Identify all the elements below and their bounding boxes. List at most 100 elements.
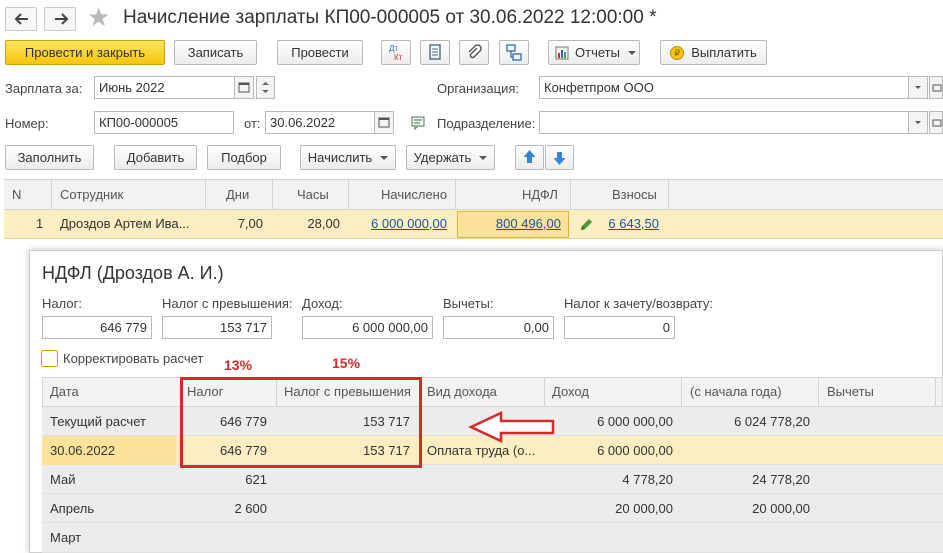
col-deductions[interactable]: Вычеты [827, 384, 874, 399]
salary-for-label: Зарплата за: [5, 81, 83, 96]
col-ytd[interactable]: (с начала года) [690, 384, 782, 399]
row-income-type: Оплата труда (о... [427, 443, 536, 458]
col-accrued[interactable]: Начислено [381, 187, 447, 202]
chevron-down-icon [380, 155, 389, 160]
department-open-button[interactable] [929, 111, 943, 134]
row-number: 1 [36, 216, 44, 231]
row-ytd: 20 000,00 [752, 501, 810, 516]
adjust-checkbox[interactable] [41, 350, 58, 367]
highlight-box [180, 377, 422, 468]
col-employee[interactable]: Сотрудник [60, 187, 123, 202]
col-n[interactable]: N [12, 187, 21, 202]
withhold-label: Удержать [413, 150, 472, 165]
col-date[interactable]: Дата [50, 384, 79, 399]
col-ndfl[interactable]: НДФЛ [522, 187, 558, 202]
move-down-button[interactable] [545, 145, 574, 170]
col-divider [205, 180, 206, 210]
income-field[interactable]: 6 000 000,00 [302, 316, 433, 339]
pay-label: Выплатить [691, 45, 757, 60]
forward-button[interactable] [44, 7, 76, 31]
pay-button[interactable]: ₽ Выплатить [660, 40, 767, 65]
offset-field[interactable]: 0 [564, 316, 675, 339]
date-field[interactable]: 30.06.2022 [265, 111, 375, 134]
red-arrow-icon [468, 411, 555, 443]
row-date: Май [50, 472, 76, 487]
col-contributions[interactable]: Взносы [612, 187, 657, 202]
row-tax: 621 [245, 472, 267, 487]
tax-field[interactable]: 646 779 [42, 316, 152, 339]
dt-kt-icon: Дт Кт [389, 44, 403, 62]
employees-grid-header [4, 179, 943, 210]
popup-title: НДФЛ (Дроздов А. И.) [42, 263, 224, 283]
col-divider [570, 180, 571, 210]
organization-label: Организация: [437, 81, 520, 96]
date-calendar-button[interactable] [374, 111, 394, 134]
col-days[interactable]: Дни [226, 187, 249, 202]
table-row[interactable] [42, 523, 943, 553]
organization-dropdown[interactable] [908, 76, 928, 99]
save-button[interactable]: Записать [174, 40, 257, 65]
col-divider [455, 180, 456, 210]
document-title: Начисление зарплаты КП00-000005 от 30.06… [123, 7, 657, 28]
paperclip-icon [468, 44, 482, 59]
add-button[interactable]: Добавить [114, 145, 197, 170]
journal-button[interactable] [420, 40, 450, 65]
row-income: 6 000 000,00 [597, 443, 673, 458]
number-field[interactable]: КП00-000005 [94, 111, 234, 134]
accrued-link[interactable]: 6 000 000,00 [348, 216, 447, 231]
contributions-link[interactable]: 6 643,50 [594, 216, 659, 231]
col-divider [681, 378, 682, 407]
adjust-checkbox-label: Корректировать расчет [63, 351, 204, 366]
move-up-button[interactable] [515, 145, 544, 170]
calendar-button[interactable] [234, 76, 254, 99]
list-icon [429, 44, 441, 60]
comment-button[interactable] [410, 114, 428, 132]
arrow-up-icon [523, 150, 536, 163]
annotation-13-percent: 13% [224, 357, 253, 373]
favorite-star-icon[interactable]: ★ [87, 4, 110, 30]
spinner-arrows-icon [262, 82, 269, 93]
ndfl-link[interactable]: 800 496,00 [456, 216, 561, 231]
fill-button[interactable]: Заполнить [5, 145, 94, 170]
number-label: Номер: [5, 116, 49, 131]
row-date: 30.06.2022 [50, 443, 116, 458]
col-divider [544, 378, 545, 407]
col-income[interactable]: Доход [552, 384, 589, 399]
attach-button[interactable] [459, 40, 489, 65]
excess-tax-label: Налог с превышения: [162, 296, 293, 311]
hours-value: 28,00 [307, 216, 340, 231]
department-field[interactable] [539, 111, 909, 134]
excess-tax-field[interactable]: 153 717 [162, 316, 272, 339]
accrue-button[interactable]: Начислить [300, 145, 396, 170]
deductions-label: Вычеты: [443, 296, 494, 311]
col-income-type[interactable]: Вид дохода [427, 384, 497, 399]
chevron-down-icon [915, 121, 921, 124]
salary-month-field[interactable]: Июнь 2022 [94, 76, 235, 99]
withhold-button[interactable]: Удержать [406, 145, 495, 170]
row-date: Текущий расчет [50, 414, 146, 429]
reports-label: Отчеты [575, 45, 620, 60]
back-button[interactable] [5, 7, 37, 31]
organization-open-button[interactable] [929, 76, 943, 99]
organization-field[interactable]: Конфетпром ООО [539, 76, 909, 99]
department-label: Подразделение: [437, 116, 536, 131]
employee-name: Дроздов Артем Ива... [60, 216, 190, 231]
structure-button[interactable] [499, 40, 529, 65]
dt-kt-button[interactable]: Дт Кт [381, 40, 411, 65]
month-spinner[interactable] [256, 76, 275, 99]
open-icon [932, 84, 942, 92]
col-hours[interactable]: Часы [297, 187, 329, 202]
hierarchy-icon [506, 44, 522, 61]
reports-button[interactable]: Отчеты [548, 40, 640, 65]
days-value: 7,00 [237, 216, 263, 231]
edit-pencil-icon[interactable] [578, 217, 594, 233]
offset-label: Налог к зачету/возврату: [564, 296, 714, 311]
department-dropdown[interactable] [908, 111, 928, 134]
post-button[interactable]: Провести [277, 40, 363, 65]
post-and-close-button[interactable]: Провести и закрыть [5, 40, 165, 65]
open-icon [932, 119, 942, 127]
select-button[interactable]: Подбор [207, 145, 281, 170]
deductions-field[interactable]: 0,00 [443, 316, 554, 339]
row-ytd: 6 024 778,20 [734, 414, 810, 429]
report-chart-icon [555, 46, 569, 59]
